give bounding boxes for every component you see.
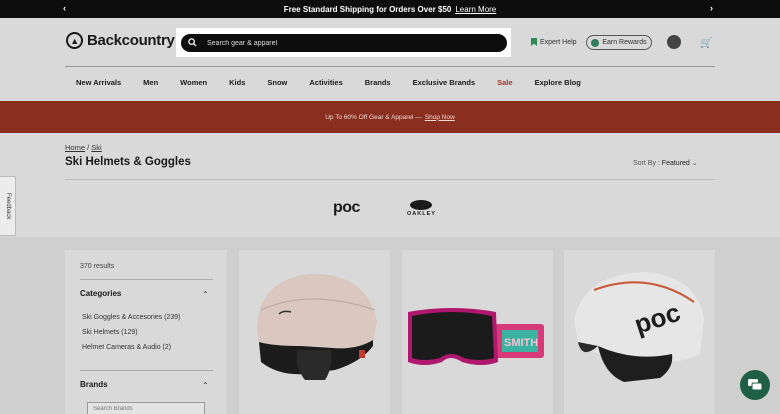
breadcrumb-separator: / <box>87 143 90 152</box>
feedback-label: Feedback <box>5 193 11 220</box>
search-input[interactable] <box>181 34 507 52</box>
earn-rewards-button[interactable]: Earn Rewards <box>586 35 652 50</box>
brands-heading[interactable]: Brands <box>80 380 108 389</box>
sale-banner: Up To 60% Off Gear & Apparel — Shop Now <box>0 101 780 133</box>
page-title: Ski Helmets & Goggles <box>65 156 191 168</box>
nav-explore-blog[interactable]: Explore Blog <box>524 78 592 87</box>
results-count: 370 results <box>80 263 115 270</box>
cart-icon[interactable]: 🛒 <box>700 38 712 49</box>
nav-sale[interactable]: Sale <box>486 78 523 87</box>
expert-help-label: Expert Help <box>540 38 577 46</box>
category-option[interactable]: Ski Goggles & Accesories (239) <box>82 314 180 321</box>
account-icon[interactable] <box>667 35 681 49</box>
sidebar-divider <box>80 370 213 371</box>
categories-heading[interactable]: Categories <box>80 289 121 298</box>
search-bar <box>176 28 511 57</box>
chat-button[interactable] <box>740 370 770 400</box>
poc-helmet-product-image: poc <box>574 272 704 382</box>
goggles-product-image: SMITH <box>408 308 544 365</box>
brand-search-input[interactable] <box>87 402 205 414</box>
breadcrumb-ski[interactable]: Ski <box>91 143 101 152</box>
goat-logo-icon: ▲ <box>66 32 83 49</box>
goggle-strap-text: SMITH <box>504 337 538 349</box>
shop-now-link[interactable]: Shop Now <box>425 114 455 121</box>
category-option[interactable]: Ski Helmets (129) <box>82 329 138 336</box>
chevron-down-icon: ⌄ <box>691 160 698 167</box>
sort-by-dropdown[interactable]: Sort By : Featured ⌄ <box>633 159 698 167</box>
chat-bubble-icon <box>748 379 762 391</box>
filter-sidebar: 370 results Categories ⌃ Ski Goggles & A… <box>65 250 227 414</box>
main-nav: New Arrivals Men Women Kids Snow Activit… <box>65 78 592 87</box>
brand-logo-oakley[interactable]: OAKLEY <box>407 200 436 217</box>
learn-more-link[interactable]: Learn More <box>455 5 496 14</box>
nav-snow[interactable]: Snow <box>256 78 298 87</box>
breadcrumb: Home / Ski <box>65 143 102 152</box>
rewards-globe-icon <box>591 38 600 47</box>
oakley-ellipse-icon <box>410 200 433 210</box>
promo-text: Free Standard Shipping for Orders Over $… <box>283 4 452 14</box>
sidebar-divider <box>80 279 213 280</box>
nav-men[interactable]: Men <box>132 78 169 87</box>
promo-bar: ‹ Free Standard Shipping for Orders Over… <box>0 0 780 18</box>
brand-logo-poc[interactable]: poc <box>333 199 360 217</box>
logo-text: Backcountry <box>87 32 175 49</box>
sort-label: Sort By : <box>633 160 660 167</box>
feedback-tab[interactable]: Feedback <box>0 176 16 236</box>
nav-women[interactable]: Women <box>169 78 218 87</box>
nav-exclusive-brands[interactable]: Exclusive Brands <box>402 78 487 87</box>
sale-banner-text: Up To 60% Off Gear & Apparel — <box>325 113 422 121</box>
title-divider <box>65 179 715 180</box>
backcountry-logo[interactable]: ▲ Backcountry <box>66 32 175 49</box>
expert-help-link[interactable]: Expert Help <box>531 38 577 46</box>
product-card[interactable]: poc <box>564 250 715 414</box>
sort-value: Featured <box>661 160 690 167</box>
oakley-wordmark: OAKLEY <box>407 211 436 217</box>
product-card[interactable] <box>239 250 390 414</box>
chevron-up-icon[interactable]: ⌃ <box>202 290 209 299</box>
earn-rewards-label: Earn Rewards <box>602 39 647 46</box>
category-option[interactable]: Helmet Cameras & Audio (2) <box>82 344 171 351</box>
nav-new-arrivals[interactable]: New Arrivals <box>65 78 132 87</box>
product-card[interactable]: SMITH <box>402 250 553 414</box>
promo-next-arrow-icon[interactable]: › <box>710 3 713 13</box>
nav-activities[interactable]: Activities <box>298 78 353 87</box>
helmet-product-image <box>257 273 377 380</box>
nav-brands[interactable]: Brands <box>354 78 402 87</box>
promo-prev-arrow-icon[interactable]: ‹ <box>63 3 66 13</box>
header-divider <box>65 66 715 67</box>
nav-kids[interactable]: Kids <box>218 78 256 87</box>
chevron-up-icon[interactable]: ⌃ <box>202 381 209 390</box>
search-icon <box>188 38 197 47</box>
bookmark-icon <box>531 38 537 46</box>
breadcrumb-home[interactable]: Home <box>65 143 85 152</box>
